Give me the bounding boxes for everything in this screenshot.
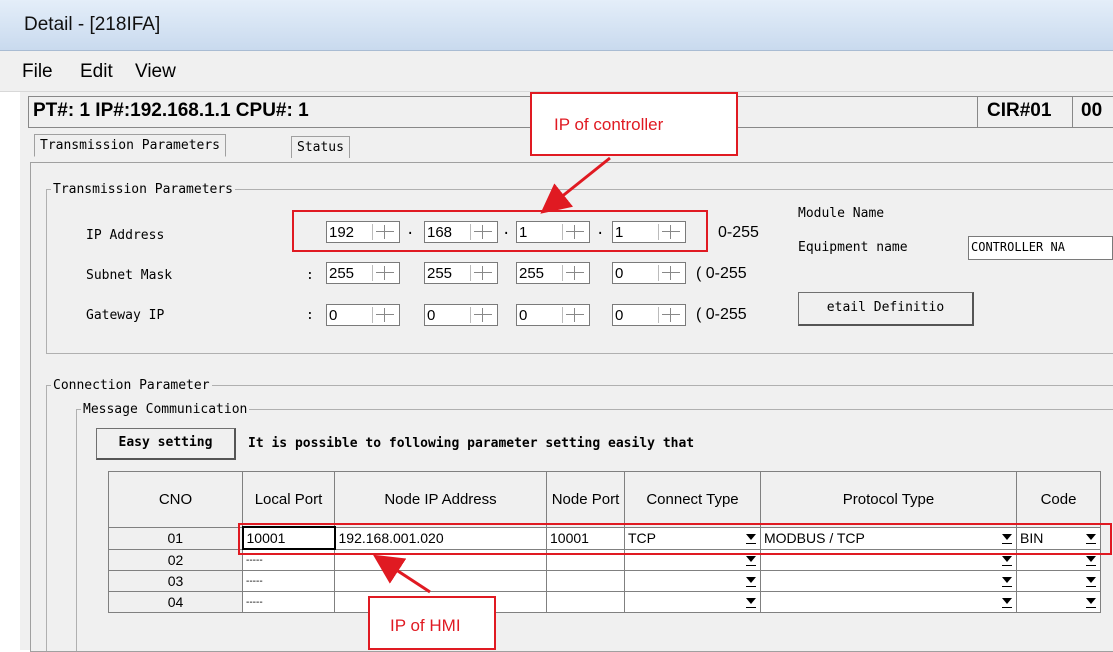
arrow-icon xyxy=(540,156,611,214)
tab-transmission-parameters[interactable]: Transmission Parameters xyxy=(34,134,227,157)
hmi-ip-callout: IP of HMI xyxy=(368,596,496,650)
arrow-icon xyxy=(372,554,431,594)
controller-ip-callout: IP of controller xyxy=(530,92,738,156)
